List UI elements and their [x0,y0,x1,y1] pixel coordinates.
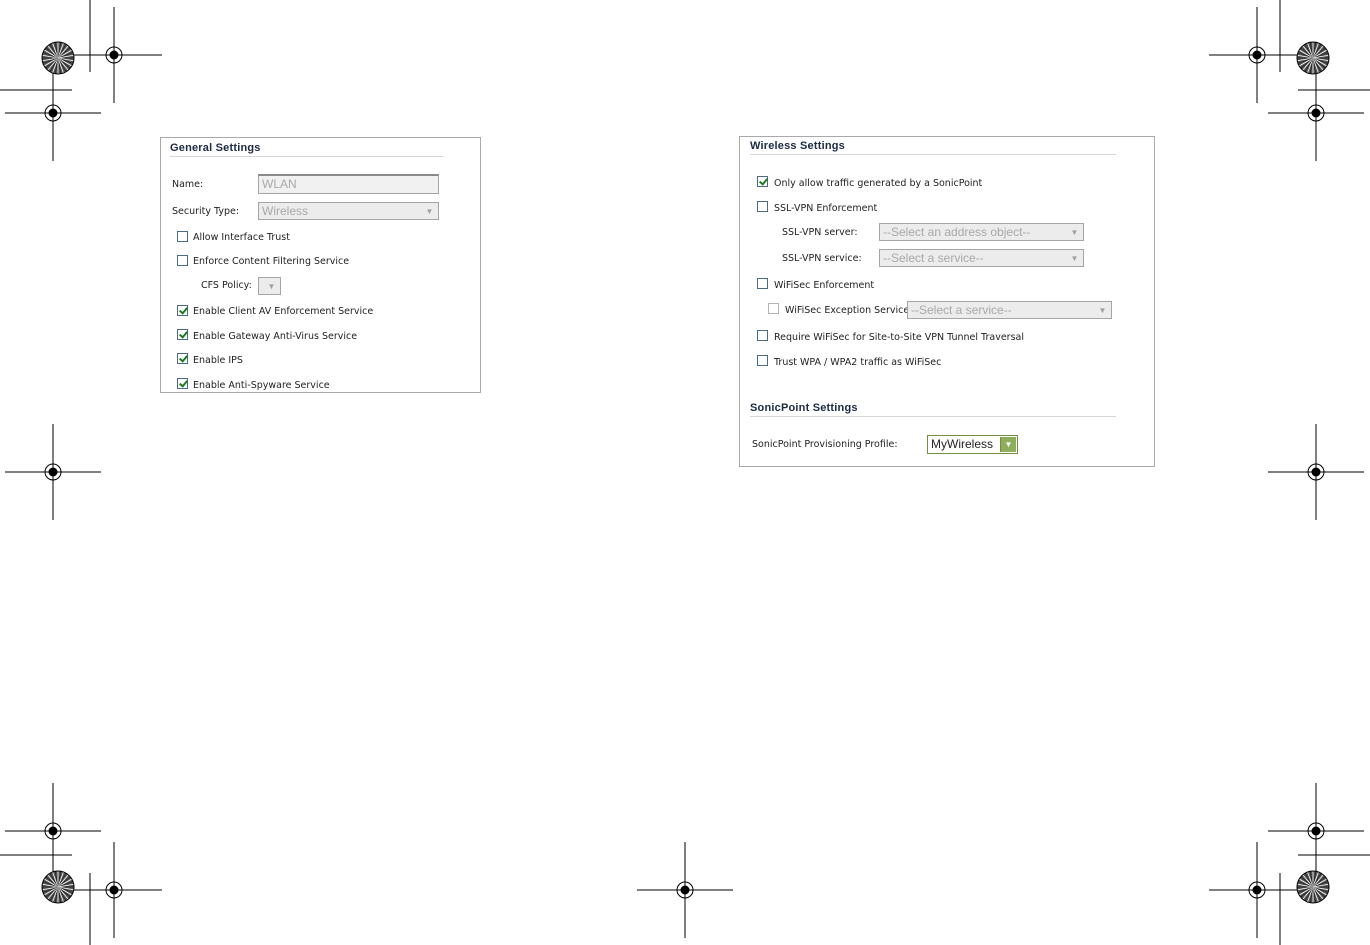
require-wifisec-checkbox[interactable] [757,330,768,341]
chevron-down-icon: ▼ [1067,225,1082,239]
sslvpn-server-select[interactable]: --Select an address object-- ▼ [879,223,1084,241]
sonicpoint-profile-label: SonicPoint Provisioning Profile: [752,439,898,450]
registration-crosshair-icon [1268,424,1364,520]
sslvpn-enforcement-checkbox[interactable] [757,201,768,212]
chevron-down-icon: ▼ [1067,251,1082,265]
registration-crosshair-icon [5,65,101,161]
trust-wpa-checkbox[interactable] [757,355,768,366]
sslvpn-service-select[interactable]: --Select a service-- ▼ [879,249,1084,267]
registration-crosshair-icon [5,424,101,520]
client-av-label: Enable Client AV Enforcement Service [193,306,374,317]
wifisec-enforcement-checkbox[interactable] [757,278,768,289]
registration-crosshair-icon [1209,7,1305,103]
client-av-checkbox[interactable] [177,305,188,316]
sslvpn-service-label: SSL-VPN service: [782,253,862,264]
allow-interface-trust-label: Allow Interface Trust [193,232,290,243]
require-wifisec-label: Require WiFiSec for Site-to-Site VPN Tun… [774,332,1024,343]
security-type-value: Wireless [262,204,309,218]
gateway-av-label: Enable Gateway Anti-Virus Service [193,331,358,342]
wifisec-exception-label: WiFiSec Exception Service: [785,305,913,316]
registration-crosshair-icon [1268,65,1364,161]
star-target-icon [41,41,75,75]
section-divider [750,416,1116,417]
general-settings-title: General Settings [170,142,261,154]
allow-interface-trust-checkbox[interactable] [177,231,188,242]
enforce-cfs-checkbox[interactable] [177,255,188,266]
anti-spyware-label: Enable Anti-Spyware Service [193,380,330,391]
wireless-settings-panel: Wireless Settings Only allow traffic gen… [739,136,1155,467]
anti-spyware-checkbox[interactable] [177,378,188,389]
star-target-icon [1296,41,1330,75]
sslvpn-enforcement-label: SSL-VPN Enforcement [774,203,878,214]
wifisec-exception-select[interactable]: --Select a service-- ▼ [907,301,1112,319]
ips-label: Enable IPS [193,355,243,366]
wireless-settings-title: Wireless Settings [750,140,845,152]
star-target-icon [1296,870,1330,904]
registration-crosshair-icon [66,842,162,938]
chevron-down-icon: ▼ [422,204,437,218]
sonicpoint-profile-select[interactable]: MyWireless ▼ [927,435,1018,454]
star-target-icon [41,870,75,904]
section-divider [170,156,443,157]
registration-crosshair-icon [637,842,733,938]
wifisec-enforcement-label: WiFiSec Enforcement [774,280,875,291]
registration-crosshair-icon [66,7,162,103]
security-type-label: Security Type: [172,206,240,217]
cfs-policy-label: CFS Policy: [201,280,252,291]
wifisec-exception-checkbox[interactable] [768,303,779,314]
section-divider [750,154,1116,155]
sslvpn-server-value: --Select an address object-- [883,225,1031,239]
trust-wpa-label: Trust WPA / WPA2 traffic as WiFiSec [774,357,942,368]
sslvpn-service-value: --Select a service-- [883,251,984,265]
security-type-select[interactable]: Wireless ▼ [258,202,439,220]
chevron-down-icon: ▼ [1095,303,1110,317]
ips-checkbox[interactable] [177,353,188,364]
only-sonicpoint-checkbox[interactable] [757,176,768,187]
name-input[interactable]: WLAN [258,174,439,194]
wifisec-exception-value: --Select a service-- [911,303,1012,317]
cfs-policy-select[interactable]: ▼ [258,277,281,295]
sonicpoint-settings-title: SonicPoint Settings [750,402,858,414]
gateway-av-checkbox[interactable] [177,329,188,340]
registration-crosshair-icon [5,783,101,879]
registration-crosshair-icon [1268,783,1364,879]
sonicpoint-profile-value: MyWireless [931,437,993,451]
registration-crosshair-icon [1209,842,1305,938]
only-sonicpoint-label: Only allow traffic generated by a SonicP… [774,178,983,189]
chevron-down-icon: ▼ [1000,437,1016,452]
enforce-cfs-label: Enforce Content Filtering Service [193,256,350,267]
chevron-down-icon: ▼ [264,279,279,293]
name-label: Name: [172,179,204,190]
general-settings-panel: General Settings Name: WLAN Security Typ… [160,137,481,393]
sslvpn-server-label: SSL-VPN server: [782,227,858,238]
